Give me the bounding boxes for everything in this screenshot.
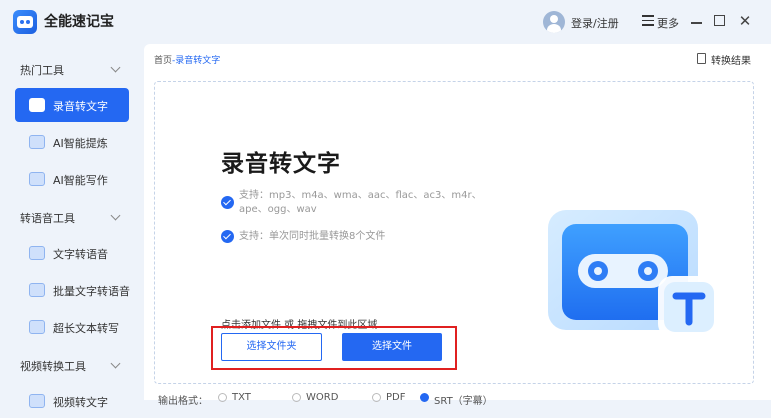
login-link[interactable]: 登录/注册 [571,15,619,31]
app-logo-icon [13,10,37,34]
check-icon [221,230,234,243]
sidebar-item-label: AI智能写作 [53,174,108,187]
sidebar-item-label: 文字转语音 [53,248,108,261]
sidebar-item-label: 批量文字转语音 [53,285,130,298]
conversion-result-button[interactable]: 转换结果 [711,52,751,67]
text-to-speech-icon [29,246,45,260]
feature-batch: 支持：单次同时批量转换8个文件 [239,231,386,242]
sidebar-item-ai-writing[interactable]: AI智能写作 [15,162,129,196]
breadcrumb-current: 录音转文字 [175,56,221,66]
sidebar-item-text-to-speech[interactable]: 文字转语音 [15,236,129,270]
radio-txt[interactable] [218,393,227,402]
long-text-icon [29,320,45,334]
sidebar-item-ai-extract[interactable]: AI智能提炼 [15,125,129,159]
sidebar-section-tts-tools[interactable]: 转语音工具 [20,210,75,226]
maximize-icon[interactable] [714,15,725,26]
format-option-txt[interactable]: TXT [232,392,251,403]
sidebar-item-batch-tts[interactable]: 批量文字转语音 [15,273,130,307]
sidebar-item-label: 录音转文字 [53,100,108,113]
title-bar: 全能速记宝 登录/注册 更多 ✕ [0,0,771,44]
sidebar-item-long-text[interactable]: 超长文本转写 [15,310,129,344]
chevron-down-icon[interactable] [110,210,121,221]
output-format-row: 输出格式： TXT WORD PDF SRT（字幕） [158,392,758,407]
menu-icon[interactable] [642,15,654,26]
select-file-button[interactable]: 选择文件 [342,333,442,361]
audio-to-text-icon [29,98,45,112]
ai-writing-icon [29,172,45,186]
ai-extract-icon [29,135,45,149]
select-folder-button[interactable]: 选择文件夹 [221,333,322,361]
main-panel: 首页-录音转文字 转换结果 录音转文字 支持：mp3、m4a、wma、aac、f… [144,44,771,407]
page-title: 录音转文字 [221,151,341,177]
radio-word[interactable] [292,393,301,402]
sidebar-item-audio-to-text[interactable]: 录音转文字 [15,88,129,122]
sidebar: 热门工具 录音转文字 AI智能提炼 AI智能写作 转语音工具 文字转语音 批量文… [0,44,140,409]
sidebar-item-label: 视频转文字 [53,396,108,409]
document-icon[interactable] [697,53,706,64]
file-drop-zone[interactable]: 录音转文字 支持：mp3、m4a、wma、aac、flac、ac3、m4r、ap… [154,81,754,384]
check-icon [221,196,234,209]
radio-pdf[interactable] [372,393,381,402]
minimize-icon[interactable] [689,12,705,32]
sidebar-item-label: 超长文本转写 [53,322,119,335]
format-option-pdf[interactable]: PDF [386,392,405,403]
breadcrumb-home[interactable]: 首页 [154,56,172,66]
video-to-text-icon [29,394,45,408]
app-title: 全能速记宝 [44,14,114,30]
chevron-down-icon[interactable] [110,62,121,73]
breadcrumb: 首页-录音转文字 [154,53,220,66]
sidebar-section-video-tools[interactable]: 视频转换工具 [20,358,86,374]
sidebar-section-hot-tools[interactable]: 热门工具 [20,62,64,78]
sidebar-item-video-to-text[interactable]: 视频转文字 [15,384,129,418]
batch-tts-icon [29,283,45,297]
radio-srt[interactable] [420,393,429,402]
chevron-down-icon[interactable] [110,358,121,369]
avatar[interactable] [543,11,565,33]
more-button[interactable]: 更多 [657,15,679,31]
audio-to-text-illustration-icon [548,210,720,338]
close-icon[interactable]: ✕ [737,11,753,31]
sidebar-item-label: AI智能提炼 [53,137,108,150]
format-option-word[interactable]: WORD [306,392,338,403]
feature-formats: 支持：mp3、m4a、wma、aac、flac、ac3、m4r、ape、ogg、… [239,190,482,215]
